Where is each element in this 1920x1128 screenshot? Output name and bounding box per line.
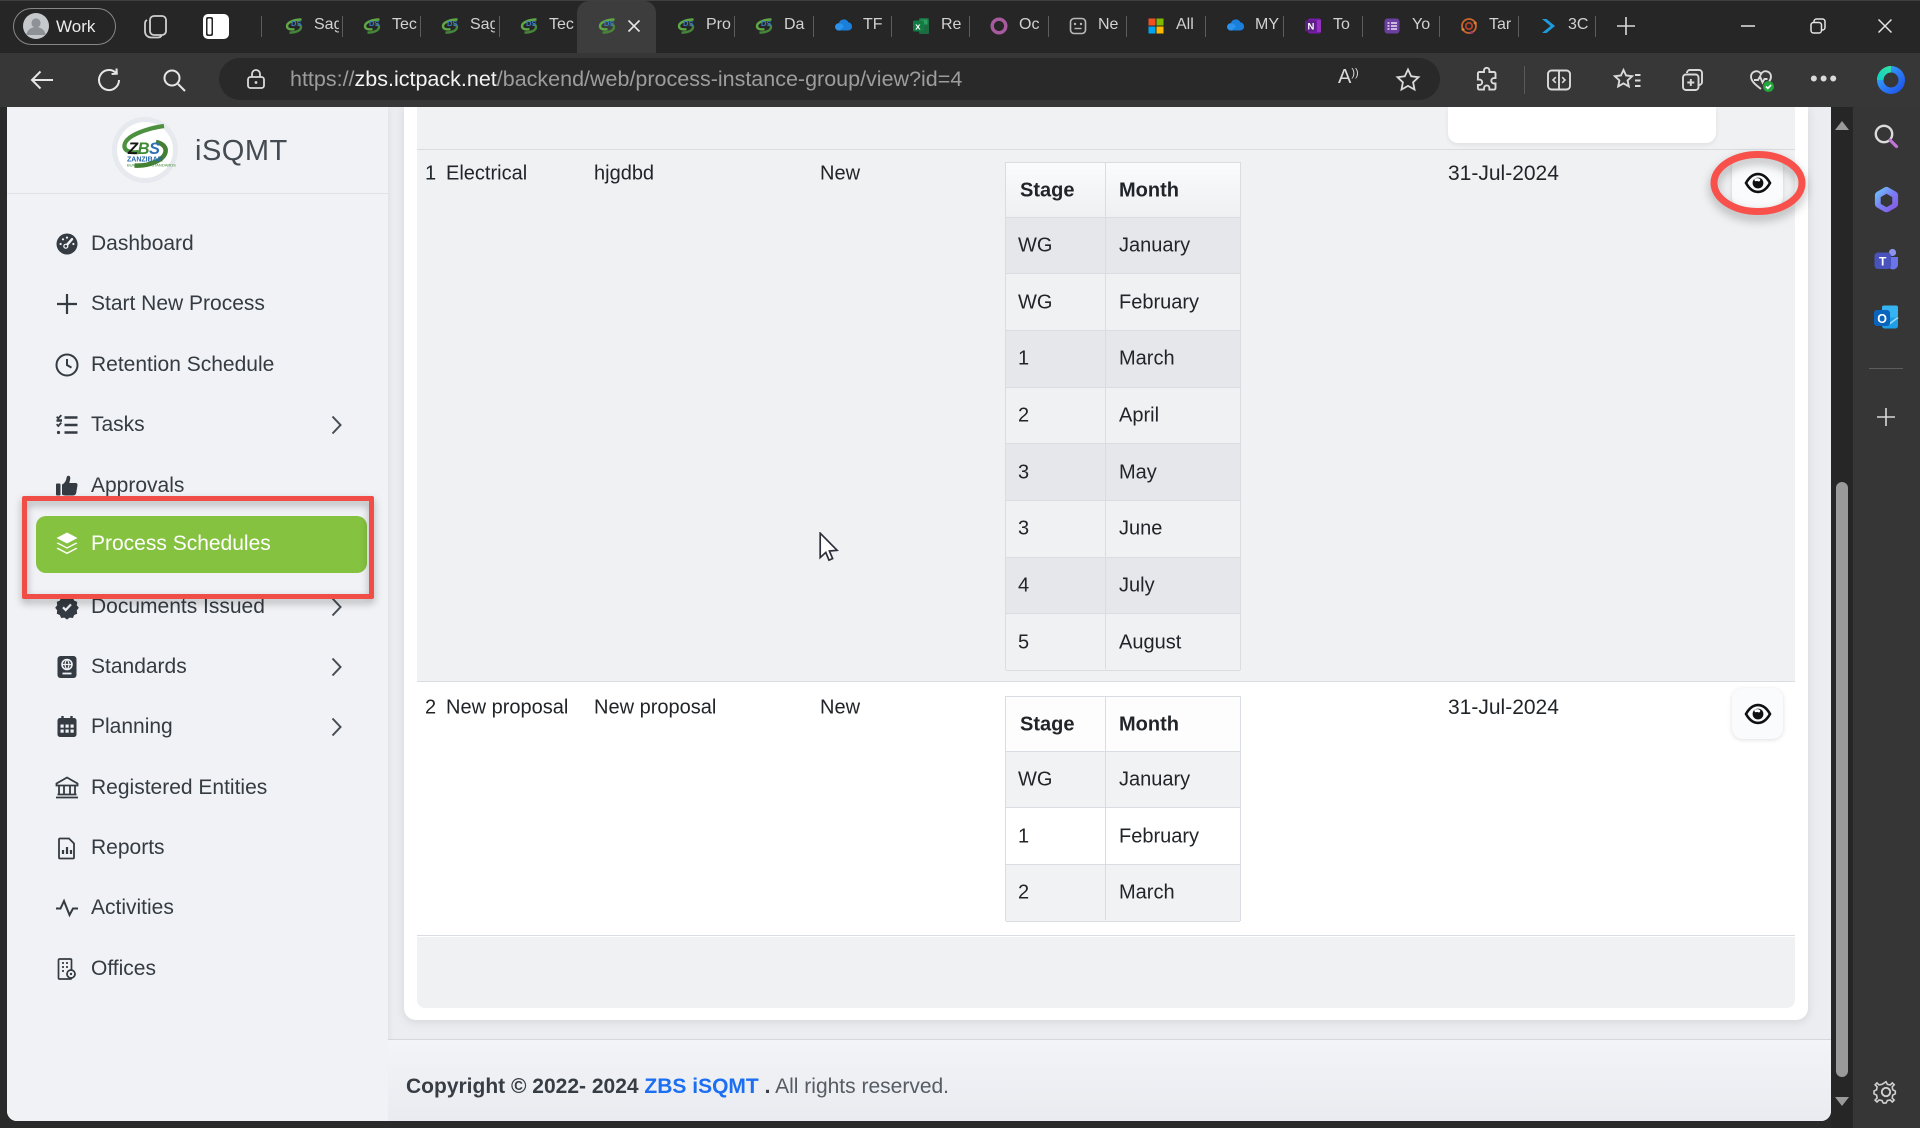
svg-text:T: T [1879,255,1887,269]
svg-text:O: O [1877,312,1887,326]
svg-text:BUREAU OF STANDARDS: BUREAU OF STANDARDS [127,163,176,168]
svg-text:ZBS: ZBS [127,140,160,158]
